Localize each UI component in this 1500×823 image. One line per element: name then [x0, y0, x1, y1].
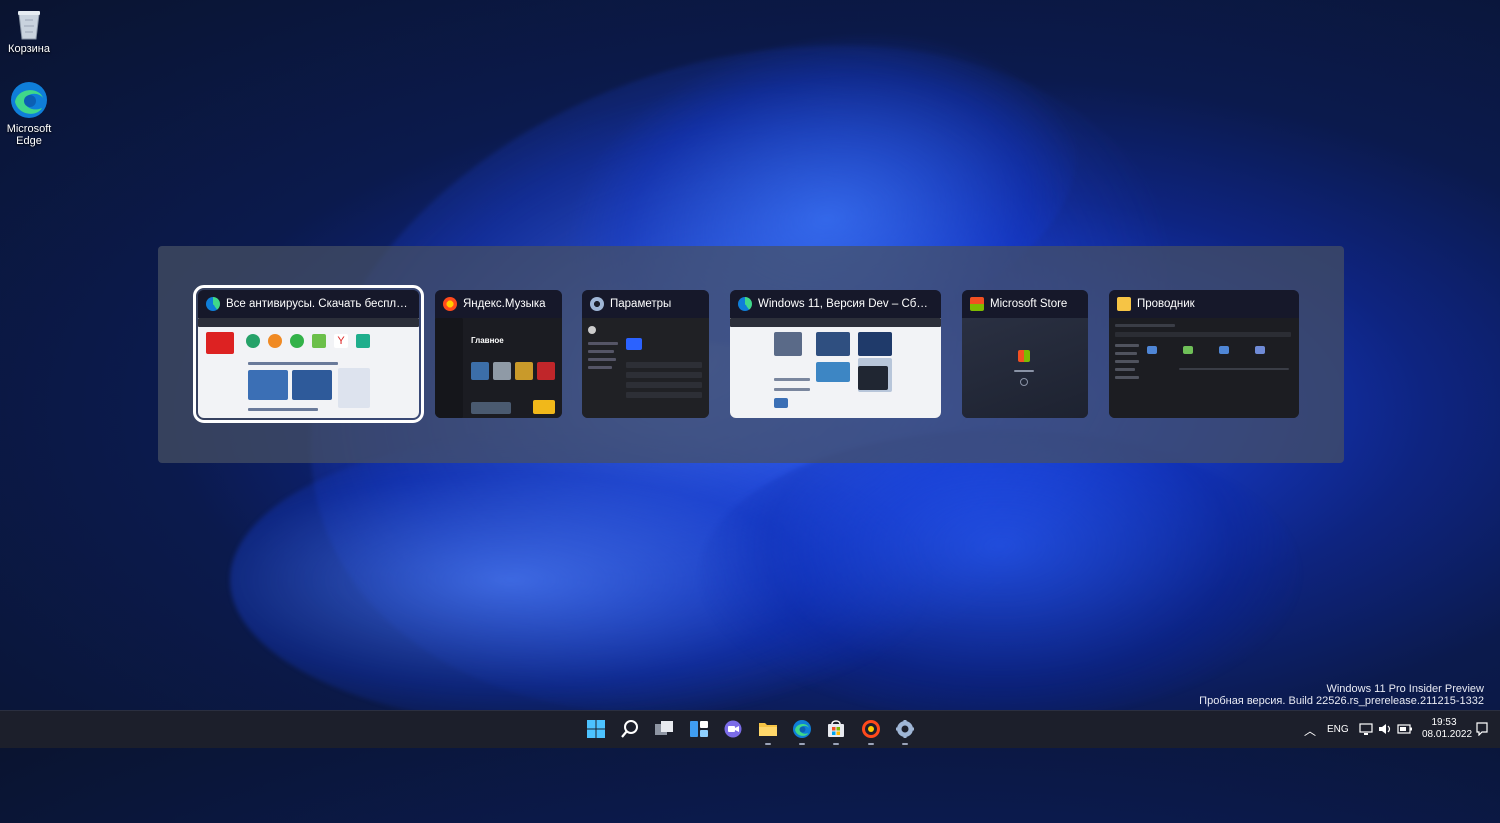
store-icon	[970, 297, 984, 311]
window-title-bar: Все антивирусы. Скачать бесплат...	[198, 290, 419, 318]
edge-icon	[206, 297, 220, 311]
desktop-icon-label: Корзина	[8, 43, 50, 55]
window-thumbnail: Y	[198, 318, 419, 418]
task-view-icon	[655, 721, 673, 735]
recycle-bin-icon	[18, 11, 40, 40]
clock-date: 08.01.2022	[1422, 729, 1473, 740]
store-icon	[828, 720, 844, 737]
switcher-window-settings[interactable]: Параметры	[582, 290, 709, 418]
window-thumbnail	[730, 318, 941, 418]
window-title-bar: Проводник	[1109, 290, 1299, 318]
watermark-line: Windows 11 Pro Insider Preview	[1326, 683, 1484, 695]
start-icon	[587, 720, 605, 738]
window-title: Проводник	[1137, 298, 1195, 310]
edge-icon	[738, 297, 752, 311]
volume-icon[interactable]	[1378, 722, 1392, 736]
window-title-bar: Windows 11, Версия Dev – Сборки...	[730, 290, 941, 318]
widgets-button[interactable]	[688, 718, 710, 740]
switcher-window-windows11-dev[interactable]: Windows 11, Версия Dev – Сборки...	[730, 290, 941, 418]
start-button[interactable]	[585, 718, 607, 740]
taskbar-yandex-music[interactable]	[860, 718, 882, 745]
window-title: Все антивирусы. Скачать бесплат...	[226, 298, 411, 310]
search-icon	[621, 720, 638, 738]
thumb-heading: Главное	[471, 336, 504, 345]
edge-icon	[793, 720, 811, 738]
chevron-up-icon[interactable]: ︿	[1304, 722, 1316, 739]
window-title-bar: Microsoft Store	[962, 290, 1088, 318]
clock[interactable]: 19:53 08.01.2022	[1422, 717, 1473, 741]
switcher-window-yandex-music[interactable]: Яндекс.Музыка Главное	[435, 290, 562, 418]
window-title-bar: Параметры	[582, 290, 709, 318]
edge-icon	[11, 82, 47, 118]
watermark-line: Пробная версия. Build 22526.rs_prereleas…	[1199, 695, 1484, 707]
window-thumbnail: Главное	[435, 318, 562, 418]
yandex-music-icon	[862, 720, 880, 738]
chat-button[interactable]	[722, 718, 744, 740]
language-indicator[interactable]: ENG	[1327, 724, 1349, 735]
switcher-window-antivirus[interactable]: Все антивирусы. Скачать бесплат... Y	[193, 285, 424, 423]
taskbar-settings[interactable]	[894, 718, 916, 745]
taskbar-explorer[interactable]	[757, 718, 779, 745]
chat-icon	[724, 720, 742, 738]
settings-icon	[896, 720, 914, 738]
switcher-window-explorer[interactable]: Проводник	[1109, 290, 1299, 418]
window-thumbnail	[962, 318, 1088, 418]
clock-time: 19:53	[1431, 717, 1457, 728]
network-icon[interactable]	[1359, 722, 1373, 736]
running-indicator	[868, 743, 874, 745]
window-thumbnail	[1109, 318, 1299, 418]
taskbar-store[interactable]	[825, 718, 847, 745]
widgets-icon	[690, 721, 708, 737]
running-indicator	[833, 743, 839, 745]
search-button[interactable]	[619, 718, 641, 740]
desktop-icon-edge[interactable]: Microsoft Edge	[0, 80, 58, 147]
task-view-button[interactable]	[653, 718, 675, 740]
folder-icon	[1117, 297, 1131, 311]
window-title: Microsoft Store	[990, 298, 1068, 310]
notification-icon[interactable]	[1475, 722, 1489, 736]
running-indicator	[902, 743, 908, 745]
taskbar-edge[interactable]	[791, 718, 813, 745]
window-title: Яндекс.Музыка	[463, 298, 546, 310]
task-switcher: Все антивирусы. Скачать бесплат... Y Янд…	[158, 246, 1344, 463]
battery-icon[interactable]	[1397, 723, 1413, 735]
desktop-icon-recycle-bin[interactable]: Корзина	[0, 6, 58, 55]
running-indicator	[799, 743, 805, 745]
window-title: Windows 11, Версия Dev – Сборки...	[758, 298, 933, 310]
gear-icon	[590, 297, 604, 311]
window-title-bar: Яндекс.Музыка	[435, 290, 562, 318]
window-title: Параметры	[610, 298, 672, 310]
explorer-icon	[759, 723, 777, 736]
window-thumbnail	[582, 318, 709, 418]
desktop-icon-label: Microsoft Edge	[6, 123, 52, 147]
wallpaper-bloom	[700, 430, 1300, 720]
switcher-window-microsoft-store[interactable]: Microsoft Store	[962, 290, 1088, 418]
taskbar: ︿ ENG 19:53 08.01.2022	[0, 710, 1500, 748]
yandex-music-icon	[443, 297, 457, 311]
insider-watermark: Windows 11 Pro Insider Preview Пробная в…	[1199, 683, 1484, 707]
running-indicator	[765, 743, 771, 745]
